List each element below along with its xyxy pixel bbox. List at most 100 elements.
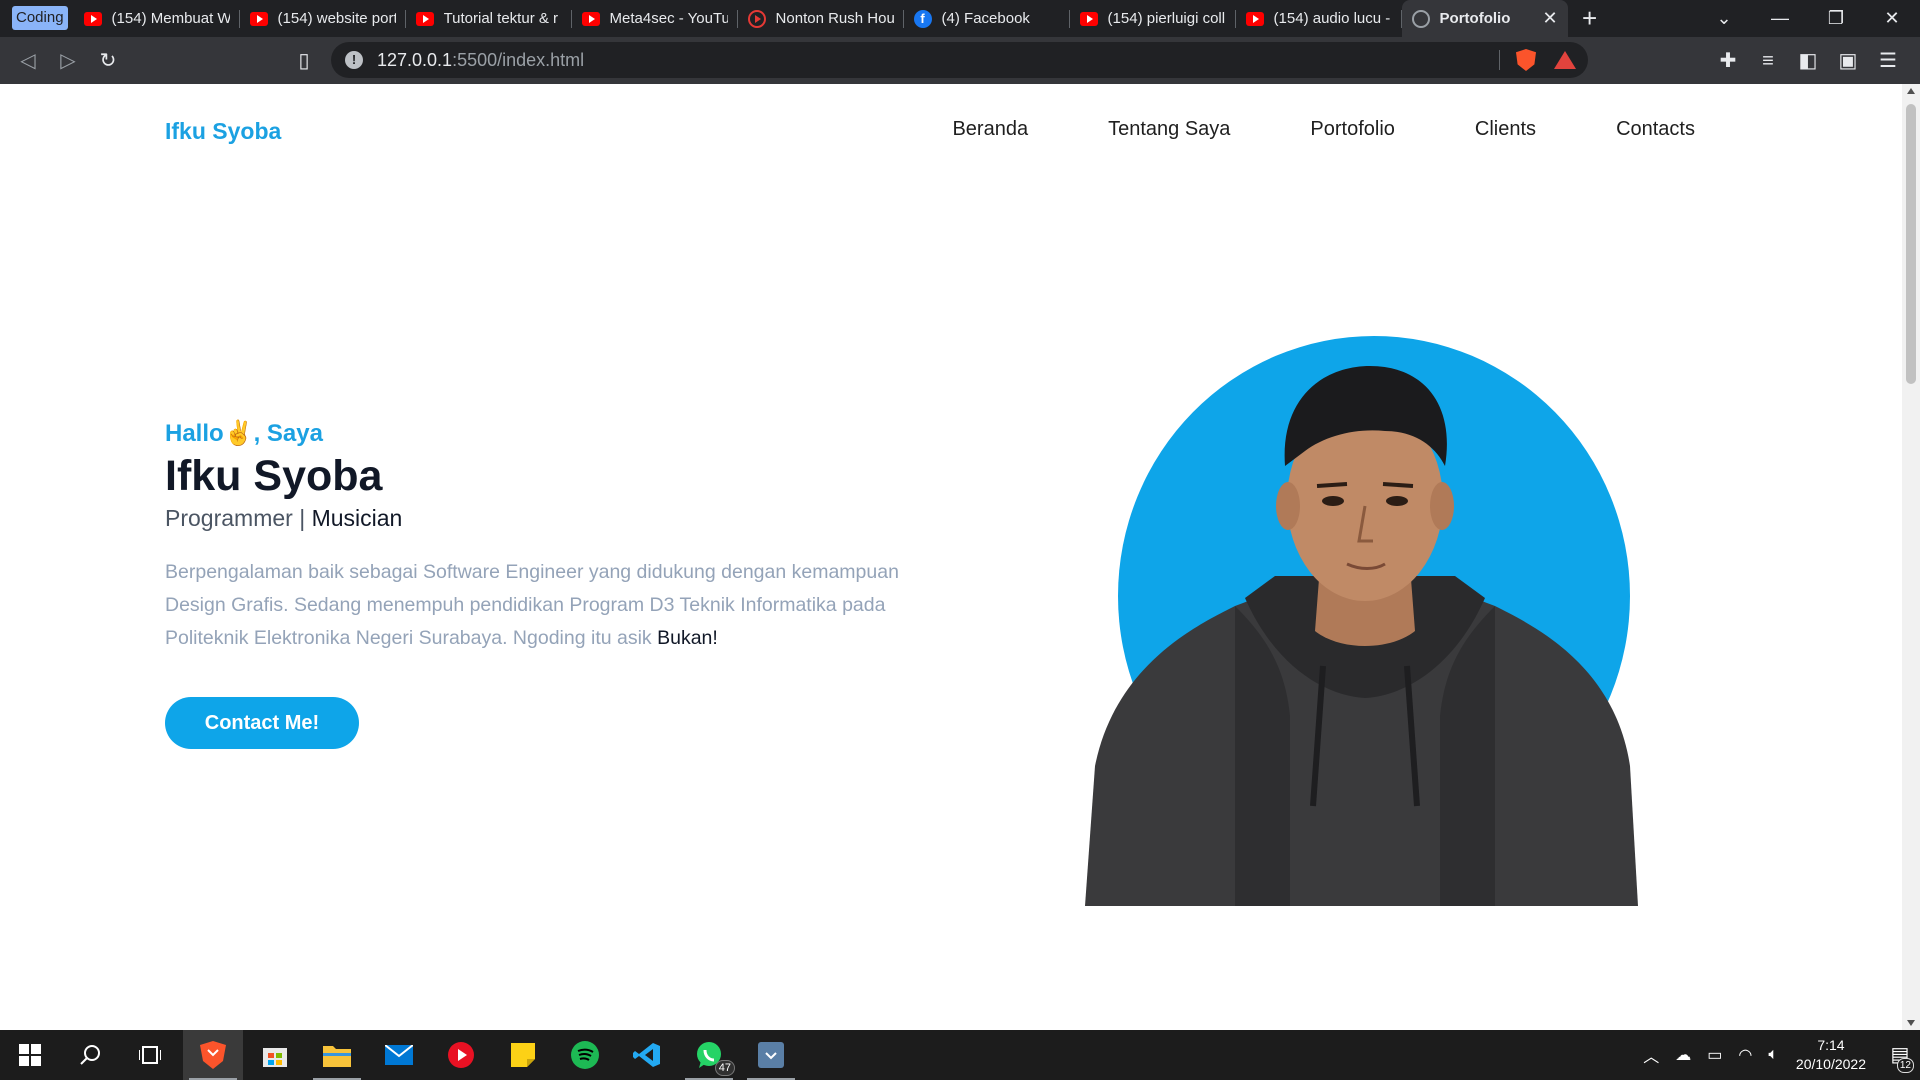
youtube-icon (249, 11, 268, 26)
system-tray: ︿ ☁ ▭ ◠ 🔈︎ 7:14 20/10/2022 ▤ 12 (1635, 1030, 1920, 1080)
tab-search-icon[interactable]: ⌄ (1696, 0, 1752, 37)
youtube-icon (1079, 11, 1098, 26)
description-text: Berpengalaman baik sebagai Software Engi… (165, 561, 899, 649)
toolbar-right-tools: ✚ ≡ ◧ ▣ ☰ (1708, 41, 1908, 81)
brave-rewards-icon[interactable] (1554, 51, 1576, 69)
wallet-icon[interactable]: ▣ (1828, 41, 1868, 81)
browser-tab-bar: Coding (154) Membuat W (154) website por… (0, 0, 1920, 37)
back-icon[interactable]: ◁ (8, 41, 48, 81)
new-tab-button[interactable]: + (1568, 0, 1612, 37)
nav-link-contacts[interactable]: Contacts (1616, 118, 1695, 141)
hero-text: Hallo✌, Saya Ifku Syoba Programmer | Mus… (165, 419, 965, 749)
microsoft-store-icon[interactable] (245, 1030, 305, 1080)
bookmark-icon[interactable]: ▯ (284, 41, 324, 81)
brave-shield-icon[interactable] (1516, 49, 1536, 71)
hero-greeting: Hallo✌, Saya (165, 419, 965, 448)
file-explorer-icon[interactable] (307, 1030, 367, 1080)
sidebar-icon[interactable]: ◧ (1788, 41, 1828, 81)
battery-icon[interactable]: ▭ (1707, 1045, 1722, 1065)
greeting-prefix: Hallo (165, 420, 224, 447)
clock-date: 20/10/2022 (1795, 1056, 1866, 1072)
scroll-up-icon[interactable] (1907, 88, 1915, 94)
facebook-icon: f (913, 9, 932, 28)
tab-group-label[interactable]: Coding (12, 6, 68, 30)
volume-icon[interactable]: 🔈︎ (1768, 1046, 1778, 1064)
close-window-button[interactable]: ✕ (1864, 0, 1920, 37)
hero-roles: Programmer | Musician (165, 505, 965, 532)
browser-tab[interactable]: Nonton Rush Hou (738, 0, 904, 37)
browser-tab[interactable]: (154) audio lucu - (1236, 0, 1402, 37)
browser-toolbar: ◁ ▷ ↻ ▯ ! 127.0.0.1:5500/index.html ✚ ≡ … (0, 37, 1920, 84)
whatsapp-icon[interactable]: 47 (679, 1030, 739, 1080)
onedrive-cloud-icon[interactable]: ☁ (1675, 1045, 1691, 1065)
address-bar[interactable]: ! 127.0.0.1:5500/index.html (331, 42, 1588, 78)
media-player-icon[interactable] (431, 1030, 491, 1080)
app-icon[interactable] (741, 1030, 801, 1080)
minimize-button[interactable]: — (1752, 0, 1808, 37)
sticky-notes-icon[interactable] (493, 1030, 553, 1080)
nav-link-portofolio[interactable]: Portofolio (1310, 118, 1395, 141)
vscode-icon[interactable] (617, 1030, 677, 1080)
tab-title: (154) Membuat W (111, 10, 230, 27)
profile-photo (1085, 366, 1638, 906)
tab-title: Nonton Rush Hou (775, 10, 894, 27)
tab-title: (154) audio lucu - (1273, 10, 1391, 27)
extensions-icon[interactable]: ✚ (1708, 41, 1748, 81)
page-scrollbar[interactable] (1902, 84, 1920, 1030)
tab-title: (154) pierluigi colli (1107, 10, 1226, 27)
role-separator: | (292, 505, 312, 531)
tab-title: (154) website port (277, 10, 396, 27)
taskbar-clock[interactable]: 7:14 20/10/2022 (1796, 1036, 1866, 1074)
contact-me-button[interactable]: Contact Me! (165, 697, 359, 749)
site-navbar: Ifku Syoba Beranda Tentang Saya Portofol… (165, 118, 1695, 148)
site-menu: Beranda Tentang Saya Portofolio Clients … (872, 118, 1695, 141)
clock-time: 7:14 (1817, 1037, 1845, 1053)
forward-icon[interactable]: ▷ (48, 41, 88, 81)
brave-icon[interactable] (183, 1030, 243, 1080)
restore-button[interactable]: ❐ (1808, 0, 1864, 37)
url-path: :5500/index.html (452, 49, 585, 70)
tab-title: Meta4sec - YouTub (609, 10, 728, 27)
youtube-icon (83, 11, 102, 26)
spotify-icon[interactable] (555, 1030, 615, 1080)
notification-count: 12 (1896, 1058, 1914, 1073)
menu-icon[interactable]: ☰ (1868, 41, 1908, 81)
tab-title: Portofolio (1439, 10, 1511, 27)
close-tab-icon[interactable]: ✕ (1542, 8, 1557, 29)
site-info-icon[interactable]: ! (345, 51, 363, 69)
globe-icon (1411, 9, 1430, 28)
task-view-icon[interactable] (120, 1030, 180, 1080)
youtube-icon (581, 11, 600, 26)
tabbar-drag-area (1612, 0, 1696, 37)
whatsapp-unread-badge: 47 (714, 1060, 735, 1076)
windows-start-icon[interactable] (0, 1030, 60, 1080)
wifi-icon[interactable]: ◠ (1738, 1045, 1752, 1065)
nav-link-tentang-saya[interactable]: Tentang Saya (1108, 118, 1230, 141)
nav-link-beranda[interactable]: Beranda (952, 118, 1028, 141)
browser-tab[interactable]: (154) pierluigi colli (1070, 0, 1236, 37)
reload-icon[interactable]: ↻ (88, 41, 128, 81)
hero-description: Berpengalaman baik sebagai Software Engi… (165, 556, 935, 655)
tab-title: Tutorial tektur & r (443, 10, 559, 27)
scroll-thumb[interactable] (1906, 104, 1916, 384)
site-brand[interactable]: Ifku Syoba (165, 118, 281, 145)
browser-tab[interactable]: Meta4sec - YouTub (572, 0, 738, 37)
notification-center-icon[interactable]: ▤ 12 (1880, 1030, 1920, 1080)
mail-icon[interactable] (369, 1030, 429, 1080)
media-queue-icon[interactable]: ≡ (1748, 41, 1788, 81)
browser-tab[interactable]: Tutorial tektur & r (406, 0, 572, 37)
scroll-down-icon[interactable] (1907, 1020, 1915, 1026)
browser-tab[interactable]: (154) website port (240, 0, 406, 37)
page-viewport: Ifku Syoba Beranda Tentang Saya Portofol… (0, 84, 1902, 1030)
youtube-icon (415, 11, 434, 26)
nav-link-clients[interactable]: Clients (1475, 118, 1536, 141)
play-circle-icon (747, 9, 766, 28)
search-icon[interactable] (60, 1030, 120, 1080)
browser-tab[interactable]: (154) Membuat W (74, 0, 240, 37)
browser-tab[interactable]: f (4) Facebook (904, 0, 1070, 37)
hero-image (1085, 336, 1638, 906)
browser-tab-active[interactable]: Portofolio ✕ (1401, 0, 1568, 37)
chevron-up-icon[interactable]: ︿ (1643, 1043, 1659, 1067)
description-accent: Bukan! (657, 627, 718, 649)
hero-name: Ifku Syoba (165, 452, 383, 500)
